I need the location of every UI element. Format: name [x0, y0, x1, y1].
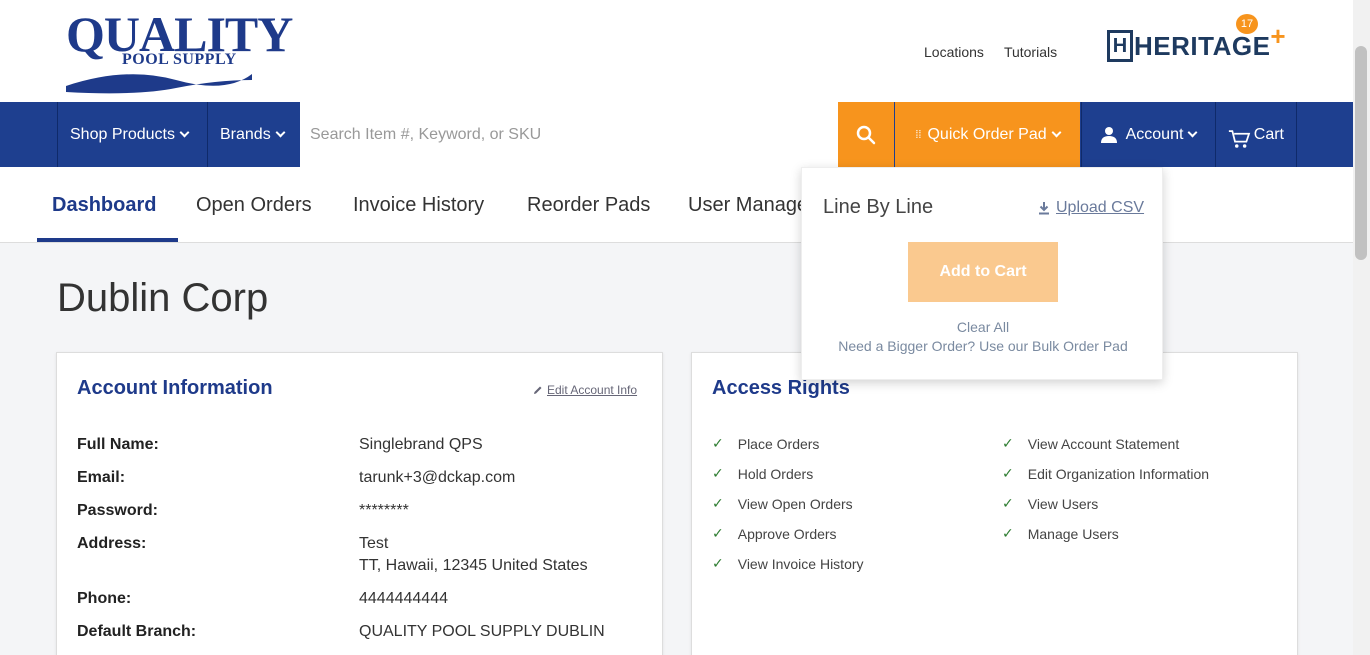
access-right-item: ✓ View Open Orders [712, 495, 853, 512]
top-header: QUALITY POOL SUPPLY Locations Tutorials … [0, 0, 1370, 102]
full-name-label: Full Name: [77, 436, 159, 453]
access-right-item: ✓ Hold Orders [712, 465, 813, 482]
main-navbar: Shop Products Brands ⁞⁞ Quick Order Pad … [0, 102, 1370, 167]
search-icon [856, 125, 876, 144]
checkmark-icon: ✓ [1002, 435, 1014, 451]
address-label: Address: [77, 535, 147, 552]
access-right-label: View Users [1027, 495, 1099, 512]
scrollbar-thumb[interactable] [1355, 46, 1367, 260]
download-icon [1039, 202, 1049, 215]
address-line2: TT, Hawaii, 12345 United States [359, 557, 588, 574]
access-right-item: ✓ View Invoice History [712, 555, 864, 572]
search-input[interactable] [300, 102, 838, 167]
quick-order-pad-label: Quick Order Pad [927, 125, 1047, 143]
checkmark-icon: ✓ [712, 525, 724, 541]
quick-order-pad-dropdown: Line By Line Upload CSV Add to Cart Clea… [801, 167, 1163, 380]
chevron-down-icon [275, 127, 286, 138]
logo-wave-icon [66, 74, 252, 94]
access-right-label: Place Orders [737, 435, 820, 452]
access-right-item: ✓ View Users [1002, 495, 1098, 512]
quality-pool-supply-logo[interactable]: QUALITY POOL SUPPLY [66, 8, 293, 96]
access-right-item: ✓ Place Orders [712, 435, 819, 452]
shop-products-label: Shop Products [70, 125, 175, 143]
default-branch-label: Default Branch: [77, 623, 197, 640]
access-right-item: ✓ View Account Statement [1002, 435, 1179, 452]
access-right-label: View Account Statement [1027, 435, 1180, 452]
brands-menu[interactable]: Brands [207, 102, 300, 167]
cart-icon [1228, 129, 1251, 148]
heritage-text: HERITAGE [1134, 30, 1271, 61]
dashboard-tabs: Dashboard Open Orders Invoice History Re… [0, 167, 1370, 243]
grid-icon: ⁞⁞ [915, 128, 922, 141]
address-line1: Test [359, 535, 389, 552]
tab-dashboard[interactable]: Dashboard [52, 167, 156, 243]
search-button[interactable] [838, 102, 894, 167]
chevron-down-icon [1187, 127, 1198, 138]
page-title: Dublin Corp [57, 276, 269, 320]
user-icon [1100, 126, 1117, 143]
access-right-label: Hold Orders [737, 465, 814, 482]
access-right-label: Manage Users [1027, 525, 1119, 542]
shop-products-menu[interactable]: Shop Products [57, 102, 206, 167]
chevron-down-icon [1051, 127, 1062, 138]
line-by-line-title: Line By Line [823, 196, 934, 218]
active-tab-indicator [37, 238, 178, 242]
clear-all-link[interactable]: Clear All [802, 319, 1164, 335]
email-value: tarunk+3@dckap.com [359, 469, 516, 486]
tab-open-orders[interactable]: Open Orders [196, 167, 312, 243]
phone-label: Phone: [77, 590, 132, 607]
access-right-label: Edit Organization Information [1027, 465, 1210, 482]
checkmark-icon: ✓ [1002, 465, 1014, 481]
password-label: Password: [77, 502, 158, 519]
account-label: Account [1125, 125, 1184, 143]
tutorials-link[interactable]: Tutorials [1004, 44, 1057, 60]
access-rights-title: Access Rights [712, 377, 850, 399]
heritage-plus-icon: + [1270, 20, 1286, 51]
cart-count-badge: 17 [1236, 14, 1258, 34]
email-label: Email: [77, 469, 126, 486]
access-right-item: ✓ Edit Organization Information [1002, 465, 1209, 482]
upload-csv-label: Upload CSV [1056, 199, 1145, 216]
pencil-icon [534, 386, 542, 394]
checkmark-icon: ✓ [712, 555, 724, 571]
edit-account-info-link[interactable]: Edit Account Info [533, 383, 637, 397]
locations-link[interactable]: Locations [924, 44, 984, 60]
heritage-h-icon: H [1107, 30, 1133, 62]
phone-value: 4444444444 [359, 590, 448, 607]
checkmark-icon: ✓ [712, 465, 724, 481]
bulk-order-pad-link[interactable]: Need a Bigger Order? Use our Bulk Order … [802, 338, 1164, 354]
account-menu[interactable]: Account [1081, 102, 1214, 167]
checkmark-icon: ✓ [712, 495, 724, 511]
tab-reorder-pads[interactable]: Reorder Pads [527, 167, 650, 243]
upload-csv-link[interactable]: Upload CSV [1038, 199, 1144, 217]
password-value: ******** [359, 502, 409, 519]
access-right-item: ✓ Approve Orders [712, 525, 837, 542]
access-right-label: Approve Orders [737, 525, 837, 542]
edit-account-info-label: Edit Account Info [547, 383, 638, 397]
top-links: Locations Tutorials [924, 44, 1057, 60]
add-to-cart-button[interactable]: Add to Cart [908, 242, 1058, 302]
account-info-card: Account Information Edit Account Info Fu… [56, 352, 663, 655]
access-right-label: View Invoice History [737, 555, 864, 572]
account-info-title: Account Information [77, 377, 273, 399]
chevron-down-icon [179, 127, 190, 138]
access-right-item: ✓ Manage Users [1002, 525, 1119, 542]
full-name-value: Singlebrand QPS [359, 436, 483, 453]
tab-user-management[interactable]: User Manage [688, 167, 808, 243]
checkmark-icon: ✓ [1002, 495, 1014, 511]
cart-label: Cart [1253, 125, 1284, 143]
cart-button[interactable]: Cart [1215, 102, 1297, 167]
access-rights-card: Access Rights ✓ Place Orders ✓ Hold Orders… [691, 352, 1298, 655]
heritage-logo[interactable]: H HERITAGE + [1107, 21, 1286, 62]
checkmark-icon: ✓ [712, 435, 724, 451]
access-right-label: View Open Orders [737, 495, 853, 512]
quick-order-pad-button[interactable]: ⁞⁞ Quick Order Pad [895, 102, 1080, 167]
brands-label: Brands [220, 125, 271, 143]
checkmark-icon: ✓ [1002, 525, 1014, 541]
tab-invoice-history[interactable]: Invoice History [353, 167, 484, 243]
default-branch-value: QUALITY POOL SUPPLY DUBLIN [359, 623, 605, 640]
